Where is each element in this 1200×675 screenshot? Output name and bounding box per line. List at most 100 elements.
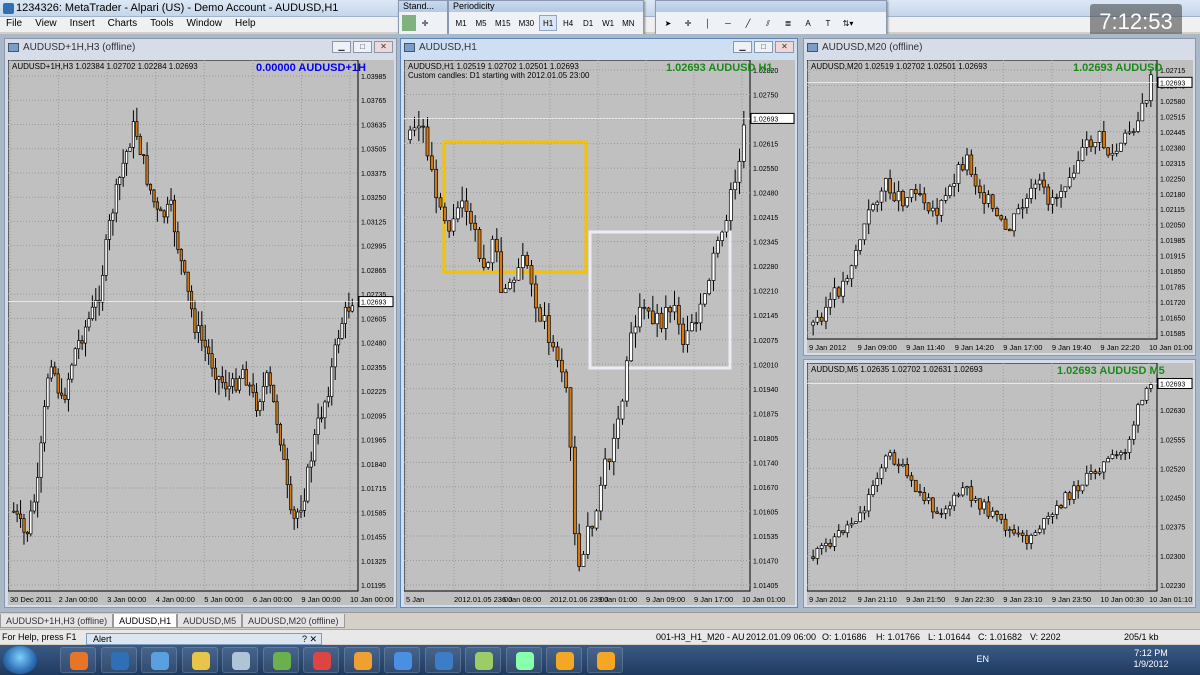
period-m15-button[interactable]: M15 xyxy=(492,15,514,31)
chart-left[interactable]: 1.03985 1.03765 1.03635 1.03505 1.03375 1.032… xyxy=(8,60,394,605)
chart-window-audusd-m5[interactable]: 1.026601.026301.025551.025201.024501.023… xyxy=(803,359,1196,608)
taskbar-explorer-icon[interactable] xyxy=(141,647,177,673)
thunderbird-icon xyxy=(434,652,453,670)
chart-window-audusd-1h-h3[interactable]: AUDUSD+1H,H3 (offline) ▁ □ ✕ 1.03985 1.0376… xyxy=(4,38,397,608)
candlestick-chart-topright[interactable]: 1.027151.026451.025801.025151.024451.023… xyxy=(807,60,1193,353)
window-title-center: AUDUSD,H1 xyxy=(419,42,477,53)
x-tick-label: 9 Jan 22:30 xyxy=(955,595,994,604)
chart-center[interactable]: 1.028201.027501.026851.026151.025501.024… xyxy=(404,60,795,605)
horizontal-line-icon[interactable]: ─ xyxy=(719,15,737,31)
period-m30-button[interactable]: M30 xyxy=(516,15,538,31)
taskbar-media-player-icon[interactable] xyxy=(384,647,420,673)
menu-tools[interactable]: Tools xyxy=(144,17,180,29)
close-button[interactable]: ✕ xyxy=(374,41,393,53)
status-profile: 001-H3_H1_M20 - AU xyxy=(656,632,745,642)
candlestick-chart-bottomright[interactable]: 1.026601.026301.025551.025201.024501.023… xyxy=(807,363,1193,605)
chart-window-audusd-h1[interactable]: AUDUSD,H1 ▁□✕ 1.028201.027501.026851.026… xyxy=(400,38,798,608)
window-title: 1234326: MetaTrader - Alpari (US) - Demo… xyxy=(16,2,339,14)
minimize-button[interactable]: ▁ xyxy=(332,41,351,53)
y-tick-label: 1.02010 xyxy=(753,362,778,369)
period-m5-button[interactable]: M5 xyxy=(472,15,490,31)
tab-audusd-m5[interactable]: AUDUSD,M5 xyxy=(177,614,243,628)
tab-audusd-m20[interactable]: AUDUSD,M20 (offline) xyxy=(242,614,345,628)
menu-help[interactable]: Help xyxy=(229,17,263,29)
standard-toolbar[interactable]: Stand... ✛ xyxy=(398,0,448,37)
line-studies-toolbar[interactable]: ➤ ✛ │ ─ ╱ ⫽ ≣ A T ⇅▾ xyxy=(655,0,887,37)
close-button[interactable]: ✕ xyxy=(775,41,794,53)
menu-charts[interactable]: Charts xyxy=(102,17,144,29)
text-icon[interactable]: A xyxy=(799,15,817,31)
tray-clock[interactable]: 7:12 PM 1/9/2012 xyxy=(1124,648,1178,670)
crosshair-tool-icon[interactable]: ✛ xyxy=(679,15,697,31)
taskbar-thunderbird-icon[interactable] xyxy=(424,647,461,673)
y-tick-label: 1.01740 xyxy=(753,460,778,467)
menu-view[interactable]: View xyxy=(29,17,64,29)
browser-icon xyxy=(272,652,291,670)
period-h1-button[interactable]: H1 xyxy=(539,15,558,31)
tray-date: 1/9/2012 xyxy=(1133,659,1169,669)
x-tick-label: 10 Jan 00:30 xyxy=(1100,595,1143,604)
status-open: O: 1.01686 xyxy=(822,632,867,642)
channel-icon[interactable]: ⫽ xyxy=(759,15,777,31)
taskbar-alpari-icon[interactable] xyxy=(586,647,623,673)
x-tick-label: 10 Jan 01:00 xyxy=(742,595,785,604)
taskbar-alpari-icon[interactable] xyxy=(546,647,582,673)
taskbar-browser-icon[interactable] xyxy=(262,647,299,673)
alert-close-icon[interactable]: ? ✕ xyxy=(302,634,317,645)
period-h4-button[interactable]: H4 xyxy=(559,15,577,31)
y-tick-label: 1.02415 xyxy=(753,215,778,222)
start-button[interactable] xyxy=(3,646,37,674)
y-tick-label: 1.02480 xyxy=(361,341,386,348)
taskbar-firefox-icon[interactable] xyxy=(60,647,96,673)
period-w1-button[interactable]: W1 xyxy=(599,15,617,31)
label-icon[interactable]: T xyxy=(819,15,837,31)
minimize-button[interactable]: ▁ xyxy=(733,41,752,53)
taskbar-filezilla-icon[interactable] xyxy=(303,647,339,673)
candlestick-chart-left[interactable]: 1.03985 1.03765 1.03635 1.03505 1.03375 1.032… xyxy=(8,60,394,605)
x-tick-label: 9 Jan 17:00 xyxy=(694,595,733,604)
tab-audusd-1h-h3[interactable]: AUDUSD+1H,H3 (offline) xyxy=(0,614,114,628)
taskbar-paint-icon[interactable] xyxy=(465,647,501,673)
crosshair-icon[interactable]: ✛ xyxy=(418,15,432,31)
fibo-icon[interactable]: ≣ xyxy=(779,15,797,31)
taskbar-metatrader-icon[interactable] xyxy=(100,647,137,673)
chart-topright[interactable]: 1.027151.026451.025801.025151.024451.023… xyxy=(807,60,1193,353)
x-tick-label: 9 Jan 17:00 xyxy=(1003,343,1042,352)
y-tick-label: 1.02345 xyxy=(753,240,778,247)
menu-window[interactable]: Window xyxy=(180,17,229,29)
y-tick-label: 1.02480 xyxy=(753,191,778,198)
y-tick-label: 1.02580 xyxy=(1160,99,1185,106)
menu-file[interactable]: File xyxy=(0,17,29,29)
tab-audusd-h1[interactable]: AUDUSD,H1 xyxy=(113,614,178,628)
maximize-button[interactable]: □ xyxy=(353,41,372,53)
menu-insert[interactable]: Insert xyxy=(64,17,102,29)
taskbar-tool-icon[interactable] xyxy=(505,647,542,673)
candle xyxy=(572,435,577,546)
y-tick-label: 1.03635 xyxy=(361,122,386,129)
orb-icon xyxy=(353,652,372,670)
period-m1-button[interactable]: M1 xyxy=(452,15,470,31)
vertical-line-icon[interactable]: │ xyxy=(699,15,717,31)
chart-window-audusd-m20[interactable]: AUDUSD,M20 (offline) 1.027151.026451.025… xyxy=(803,38,1196,356)
chart-bottomright[interactable]: 1.026601.026301.025551.025201.024501.023… xyxy=(807,363,1193,605)
taskbar-folder-icon[interactable] xyxy=(181,647,218,673)
y-tick-label: 1.02280 xyxy=(753,264,778,271)
y-tick-label: 1.02630 xyxy=(1160,408,1185,415)
y-tick-label: 1.03765 xyxy=(361,98,386,105)
candle xyxy=(138,133,142,156)
period-mn-button[interactable]: MN xyxy=(619,15,637,31)
arrows-icon[interactable]: ⇅▾ xyxy=(839,15,857,31)
language-indicator[interactable]: EN xyxy=(976,654,989,664)
new-chart-icon[interactable] xyxy=(402,15,416,31)
trendline-icon[interactable]: ╱ xyxy=(739,15,757,31)
y-tick-label: 1.01670 xyxy=(753,485,778,492)
alert-window[interactable]: Alert ? ✕ xyxy=(86,633,322,645)
periodicity-toolbar[interactable]: Periodicity M1 M5 M15 M30 H1 H4 D1 W1 MN xyxy=(448,0,644,37)
taskbar-orb-icon[interactable] xyxy=(343,647,380,673)
period-d1-button[interactable]: D1 xyxy=(579,15,597,31)
maximize-button[interactable]: □ xyxy=(754,41,773,53)
candlestick-chart-center[interactable]: 1.028201.027501.026851.026151.025501.024… xyxy=(404,60,795,605)
cursor-icon[interactable]: ➤ xyxy=(659,15,677,31)
taskbar-calculator-icon[interactable] xyxy=(222,647,258,673)
folder-icon xyxy=(191,652,210,670)
